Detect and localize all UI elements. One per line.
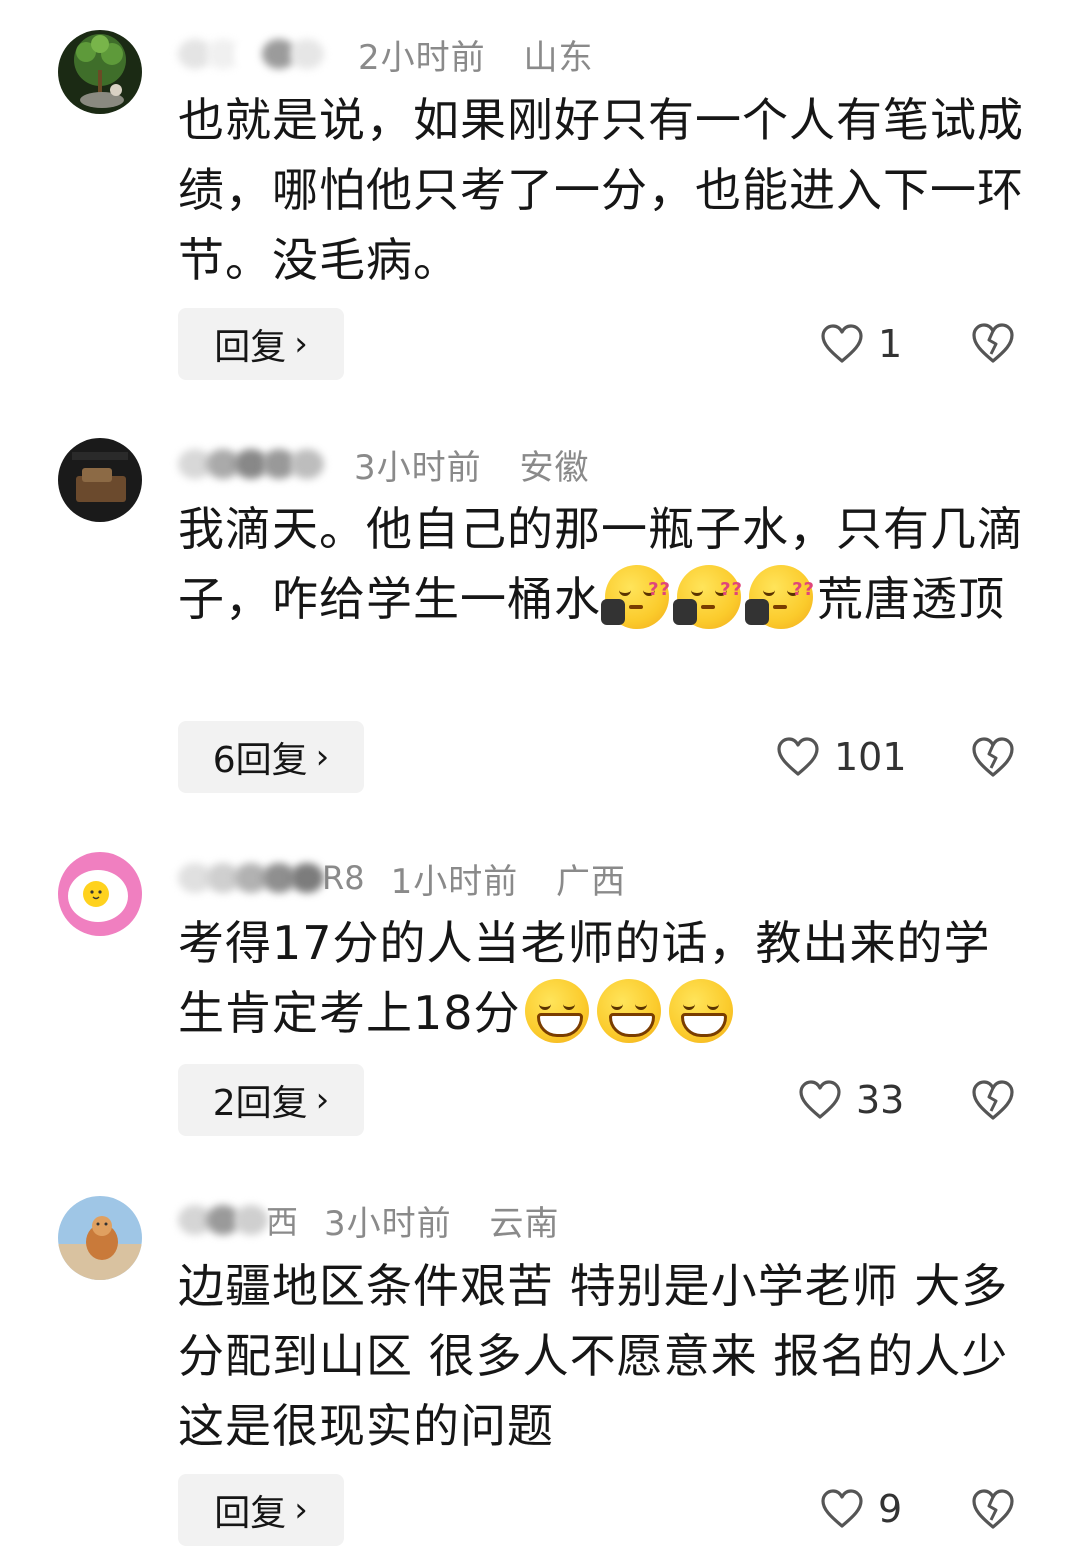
chevron-right-icon: › xyxy=(294,1490,308,1530)
reply-label: 2回复 xyxy=(212,1083,308,1124)
comment-text: 考得17分的人当老师的话，教出来的学生肯定考上18分 xyxy=(178,908,1018,1048)
user-line: 3小时前 安徽 xyxy=(178,440,589,489)
like-count: 9 xyxy=(878,1487,903,1531)
comment-time: 3小时前 xyxy=(324,1203,452,1244)
comment-text-part2: 荒唐透顶 xyxy=(817,572,1005,626)
reply-label: 6回复 xyxy=(212,740,308,781)
avatar[interactable] xyxy=(58,852,142,936)
heart-outline-icon xyxy=(821,324,863,363)
user-line: 2小时前 山东 xyxy=(178,30,593,79)
like-count: 33 xyxy=(856,1078,905,1122)
comment-location: 山东 xyxy=(523,37,594,78)
comment-time: 3小时前 xyxy=(354,447,482,488)
grin-emoji xyxy=(596,979,661,1043)
like-button[interactable]: 33 xyxy=(798,1070,904,1130)
comment-text: 也就是说，如果刚好只有一个人有笔试成绩，哪怕他只考了一分，也能进入下一环节。没毛… xyxy=(178,93,1024,287)
username-blurred[interactable] xyxy=(178,1198,268,1242)
reply-button[interactable]: 回复 › xyxy=(178,308,344,380)
comment-location: 安徽 xyxy=(519,447,590,488)
broken-heart-icon[interactable] xyxy=(970,320,1016,366)
avatar[interactable] xyxy=(58,30,142,114)
comment-time: 1小时前 xyxy=(390,861,519,902)
avatar-image xyxy=(58,852,142,936)
grin-emoji xyxy=(524,979,589,1043)
comment-meta: 3小时前 云南 xyxy=(324,1196,559,1245)
sleepy-emoji: ?? xyxy=(601,565,670,629)
broken-heart-icon[interactable] xyxy=(970,734,1016,780)
user-line: R8 1小时前 广西 xyxy=(178,854,626,903)
broken-heart-icon[interactable] xyxy=(970,1077,1016,1123)
comment-location: 云南 xyxy=(489,1203,560,1244)
heart-outline-icon xyxy=(777,737,819,776)
username-blurred[interactable] xyxy=(178,442,324,486)
comment-meta: 2小时前 山东 xyxy=(358,30,593,79)
avatar[interactable] xyxy=(58,438,142,522)
reply-label: 回复 xyxy=(214,1493,287,1534)
username-tail[interactable]: 西 xyxy=(266,1197,298,1243)
reply-label: 回复 xyxy=(214,327,287,368)
comment-text: 边疆地区条件艰苦 特别是小学老师 大多分配到山区 很多人不愿意来 报名的人少 这… xyxy=(178,1259,1009,1453)
like-button[interactable]: 1 xyxy=(820,314,902,374)
avatar-image xyxy=(58,1196,142,1280)
like-count: 1 xyxy=(878,322,903,366)
heart-outline-icon xyxy=(799,1080,841,1119)
sleepy-emoji: ?? xyxy=(673,565,742,629)
sleepy-emoji: ?? xyxy=(745,565,814,629)
username-blurred[interactable] xyxy=(178,32,324,76)
comment-text: 我滴天。他自己的那一瓶子水，只有几滴子，咋给学生一桶水?????? 荒唐透顶 xyxy=(178,494,1038,634)
like-button[interactable]: 9 xyxy=(820,1479,902,1539)
chevron-right-icon: › xyxy=(294,324,308,364)
chevron-right-icon: › xyxy=(315,1080,330,1120)
comment-meta: 1小时前 广西 xyxy=(391,854,626,903)
grin-emoji xyxy=(668,979,733,1043)
heart-outline-icon xyxy=(821,1489,863,1528)
like-count: 101 xyxy=(834,735,907,779)
broken-heart-icon[interactable] xyxy=(970,1486,1016,1532)
reply-button[interactable]: 2回复 › xyxy=(178,1064,364,1136)
chevron-right-icon: › xyxy=(315,737,330,777)
reply-button[interactable]: 6回复 › xyxy=(178,721,364,793)
comment-meta: 3小时前 安徽 xyxy=(354,440,589,489)
username-tail[interactable]: R8 xyxy=(322,859,365,897)
user-line: 西 3小时前 云南 xyxy=(178,1196,559,1245)
like-button[interactable]: 101 xyxy=(776,727,907,787)
avatar[interactable] xyxy=(58,1196,142,1280)
avatar-image xyxy=(58,438,142,522)
username-blurred[interactable] xyxy=(178,856,324,900)
avatar-image xyxy=(58,30,142,114)
comment-location: 广西 xyxy=(556,861,627,902)
reply-button[interactable]: 回复 › xyxy=(178,1474,344,1546)
comment-time: 2小时前 xyxy=(358,37,486,78)
